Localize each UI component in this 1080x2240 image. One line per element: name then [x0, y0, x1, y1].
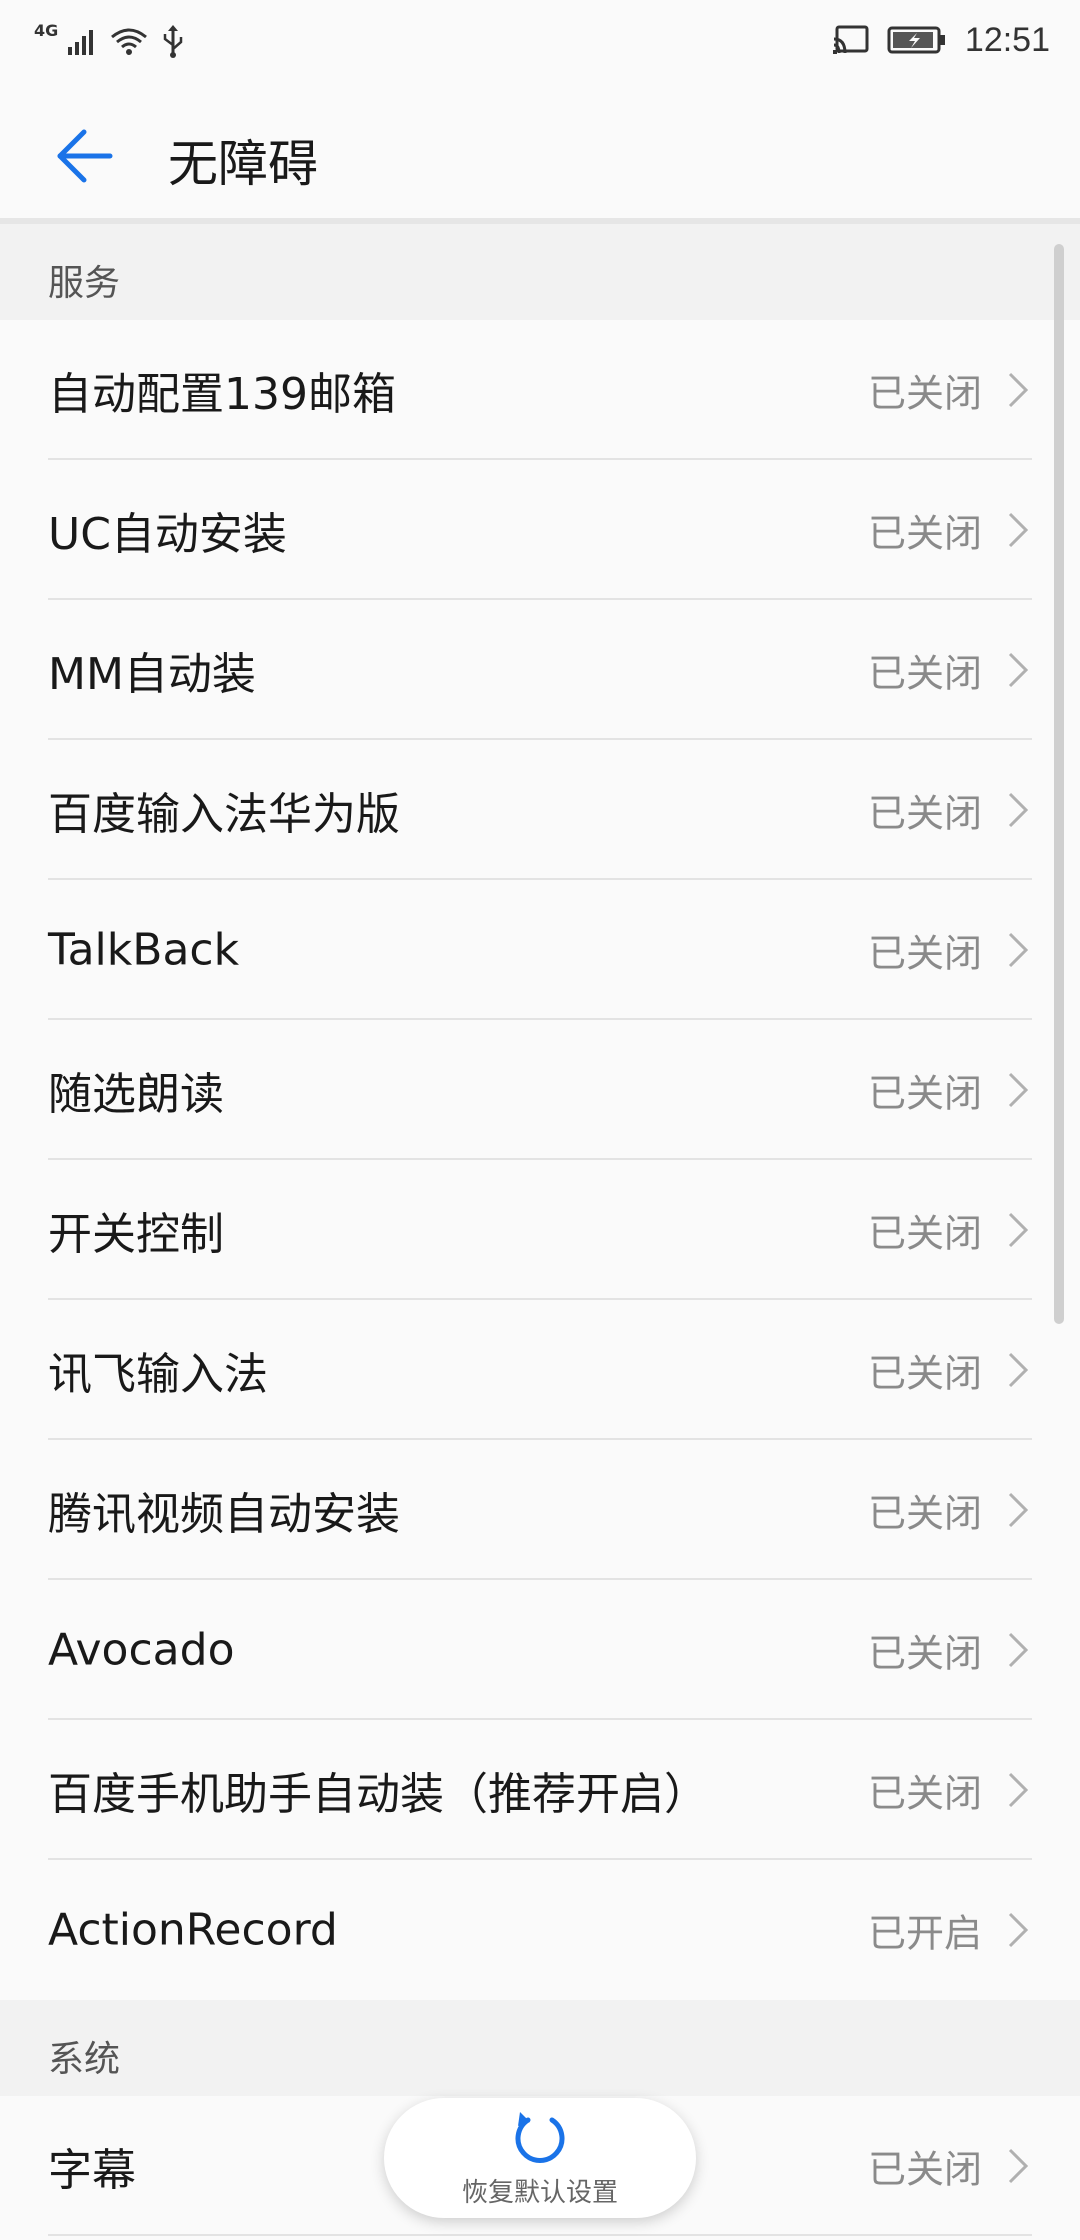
- list-item-switch-access[interactable]: 开关控制 已关闭: [0, 1160, 1080, 1300]
- item-label: TalkBack: [48, 924, 240, 976]
- cast-icon: [832, 25, 869, 54]
- chevron-right-icon: [1008, 2148, 1029, 2184]
- item-label: UC自动安装: [48, 509, 287, 560]
- item-status: 已关闭: [867, 931, 982, 976]
- chevron-right-icon: [1008, 792, 1029, 828]
- item-label: 百度手机助手自动装（推荐开启）: [48, 1769, 708, 1820]
- item-status: 已关闭: [867, 1771, 982, 1816]
- wifi-icon: [111, 28, 148, 55]
- scrollbar[interactable]: [1054, 244, 1064, 1324]
- list-item-select-to-speak[interactable]: 随选朗读 已关闭: [0, 1020, 1080, 1160]
- row-divider: [48, 2234, 1032, 2236]
- chevron-right-icon: [1008, 932, 1029, 968]
- item-label: 讯飞输入法: [48, 1349, 268, 1400]
- chevron-right-icon: [1008, 1772, 1029, 1808]
- list-item-iflytek-ime[interactable]: 讯飞输入法 已关闭: [0, 1300, 1080, 1440]
- section-title: 系统: [48, 2039, 121, 2080]
- back-arrow-icon: [57, 129, 113, 183]
- item-label: 字幕: [48, 2145, 136, 2196]
- item-status: 已开启: [867, 1911, 982, 1956]
- list-item-baidu-assistant[interactable]: 百度手机助手自动装（推荐开启） 已关闭: [0, 1720, 1080, 1860]
- item-status: 已关闭: [867, 1491, 982, 1536]
- chevron-right-icon: [1008, 1492, 1029, 1528]
- chevron-right-icon: [1008, 372, 1029, 408]
- status-bar-right: 12:51: [832, 16, 1050, 64]
- restore-defaults-label: 恢复默认设置: [461, 2177, 618, 2208]
- item-label: 腾讯视频自动安装: [48, 1489, 400, 1540]
- list-item-talkback[interactable]: TalkBack 已关闭: [0, 880, 1080, 1020]
- item-label: 开关控制: [48, 1209, 224, 1260]
- item-status: 已关闭: [867, 791, 982, 836]
- section-header-system: 系统: [0, 2000, 1080, 2096]
- item-label: ActionRecord: [48, 1904, 338, 1956]
- list-item-mm-auto-install[interactable]: MM自动装 已关闭: [0, 600, 1080, 740]
- item-label: 自动配置139邮箱: [48, 369, 396, 420]
- clock: 12:51: [964, 20, 1050, 59]
- chevron-right-icon: [1008, 1632, 1029, 1668]
- chevron-right-icon: [1008, 1352, 1029, 1388]
- item-label: Avocado: [48, 1624, 235, 1676]
- item-status: 已关闭: [867, 511, 982, 556]
- item-status: 已关闭: [867, 1071, 982, 1116]
- list-item-139-mail[interactable]: 自动配置139邮箱 已关闭: [0, 320, 1080, 460]
- settings-list[interactable]: 服务 自动配置139邮箱 已关闭 UC自动安装 已关闭 MM自动装 已关闭 百度…: [0, 224, 1080, 2240]
- restore-defaults-button[interactable]: 恢复默认设置: [384, 2098, 696, 2218]
- usb-icon: [164, 25, 183, 58]
- section-title: 服务: [48, 263, 121, 304]
- item-label: 百度输入法华为版: [48, 789, 400, 840]
- network-type: 4G: [34, 20, 59, 40]
- chevron-right-icon: [1008, 1212, 1029, 1248]
- page-title: 无障碍: [168, 135, 318, 193]
- item-label: 随选朗读: [48, 1069, 224, 1120]
- status-bar: 4G 12:51: [0, 0, 1080, 80]
- item-status: 已关闭: [867, 1631, 982, 1676]
- section-header-services: 服务: [0, 224, 1080, 320]
- back-button[interactable]: [44, 116, 124, 196]
- item-status: 已关闭: [867, 371, 982, 416]
- list-item-uc-auto-install[interactable]: UC自动安装 已关闭: [0, 460, 1080, 600]
- item-status: 已关闭: [867, 651, 982, 696]
- item-status: 已关闭: [867, 2147, 982, 2192]
- chevron-right-icon: [1008, 1912, 1029, 1948]
- list-item-avocado[interactable]: Avocado 已关闭: [0, 1580, 1080, 1720]
- chevron-right-icon: [1008, 512, 1029, 548]
- item-label: MM自动装: [48, 649, 256, 700]
- restore-icon: [515, 2111, 565, 2163]
- chevron-right-icon: [1008, 652, 1029, 688]
- chevron-right-icon: [1008, 1072, 1029, 1108]
- item-status: 已关闭: [867, 1211, 982, 1256]
- signal-icon: [68, 30, 94, 55]
- item-status: 已关闭: [867, 1351, 982, 1396]
- list-item-baidu-ime[interactable]: 百度输入法华为版 已关闭: [0, 740, 1080, 880]
- app-bar: 无障碍: [0, 80, 1080, 220]
- list-item-action-record[interactable]: ActionRecord 已开启: [0, 1860, 1080, 2000]
- status-bar-left: 4G: [34, 20, 184, 64]
- list-item-tencent-video-install[interactable]: 腾讯视频自动安装 已关闭: [0, 1440, 1080, 1580]
- battery-icon: [887, 26, 945, 54]
